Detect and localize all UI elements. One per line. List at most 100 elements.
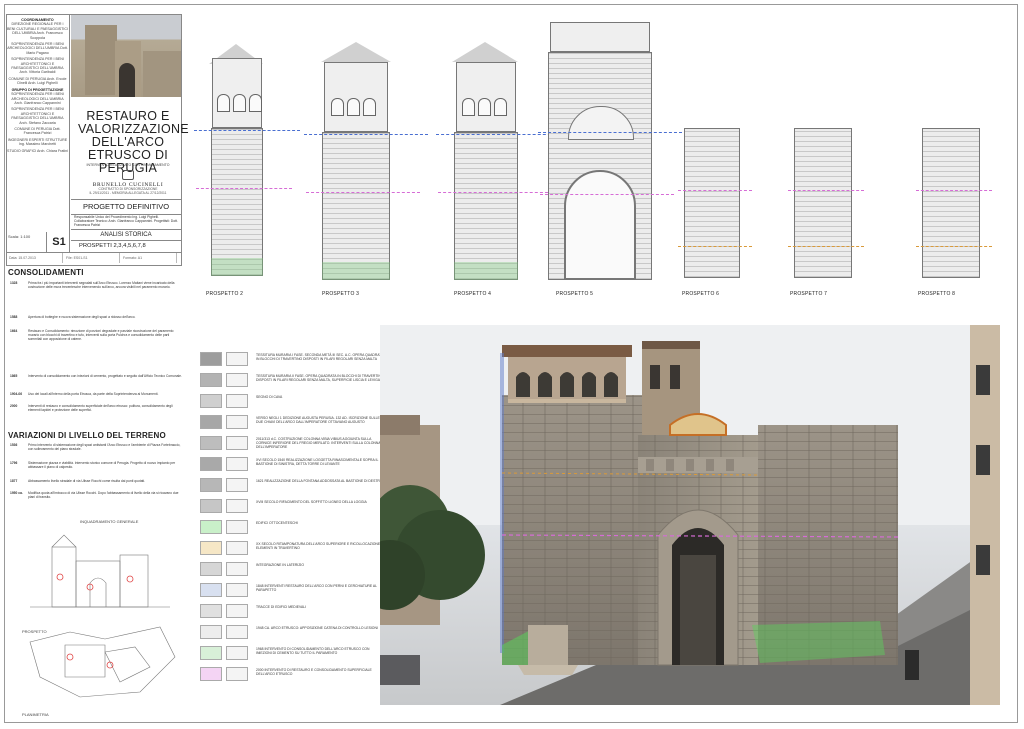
legend-swatch [200,415,222,429]
legend-text: TESSITURA MURARIA II FASE. OPERA QUADRAT… [256,374,384,382]
elevation-drawing [194,38,300,276]
credits-column: COORDINAMENTO DIREZIONE REGIONALE PER I B… [6,14,70,252]
legend-text: EDIFICI OTTOCENTESCHI [256,521,298,525]
title-footer: Data: 15.07.2013 File: ES01-S1 Formato: A1 [6,252,182,263]
legend-sample [226,436,248,450]
entry-text: Modifica quota all'imbocco di via Ulisse… [28,491,179,499]
history-entry: 1796 Sistemazione piazza e viabilità. Int… [10,461,182,469]
elevation-label: PROSPETTO 5 [556,291,594,297]
consolidamenti-title: CONSOLIDAMENTI [8,268,84,277]
entry-text: Intervento di consolidamento con iniezio… [28,374,182,378]
scale-label: Scala: 1:100 [8,234,31,239]
sketch-prospetto-label: PROSPETTO [22,629,47,634]
entry-year: 1877 [10,479,18,483]
credit-entry: SOPRINTENDENZA PER I BENI ARCHITETTONICI… [11,107,64,125]
arch-photo [380,325,1000,705]
entry-text: Restauro e Consolidamento: rimozione di … [28,329,174,341]
legend-text: TRACCE DI EDIFICI MEDIEVALI [256,605,307,609]
legend-swatch [200,520,222,534]
entry-year: 1588 [10,315,18,319]
legend-sample [226,520,248,534]
elevation-drawing [678,128,752,278]
legend-swatch [200,583,222,597]
date-label: Data: 15.07.2013 [6,253,63,263]
file-label: File: ES01-S1 [63,253,120,263]
entry-text: Interventi di restauro e consolidamento … [28,404,173,412]
elevation-drawing [916,128,992,278]
legend-text: 2000 INTERVENTO DI RESTAURO E CONSOLIDAM… [256,668,372,676]
legend-swatch [200,646,222,660]
legend-swatch [200,478,222,492]
legend-text: 1948 CA. ARCO ETRUSCO: APPOSIZIONE CATEN… [256,626,378,630]
prospects-label: PROSPETTI 2,3,4,5,6,7,8 [71,240,181,251]
sponsor-sub2: IL 29/11/2011 - MEMORIA ALLEGATA AL 27/1… [89,190,167,195]
credit-entry: DIREZIONE REGIONALE PER I BENI CULTURALI… [7,22,68,40]
legend-sample [226,352,248,366]
phase-label: PROGETTO DEFINITIVO [71,199,181,215]
legend-sample [226,667,248,681]
legend-sample [226,457,248,471]
legend-text: INTEGRAZIONE IN LATERIZIO [256,563,304,567]
credit-entry: COMUNE DI PERUGIA Arch. Ercole Dinelli A… [8,76,67,86]
elevation-drawing [538,22,682,280]
legend-swatch [200,499,222,513]
credit-entry: SOPRINTENDENZA PER I BENI ARCHEOLOGICI D… [7,42,68,55]
entry-text: Apertura di botteghe e nuova sistemazion… [28,315,136,319]
variazioni-title: VARIAZIONI DI LIVELLO DEL TERRENO [8,431,166,440]
elevation-label: PROSPETTO 8 [918,291,956,297]
legend-swatch [200,604,222,618]
entry-year: 1904-06 [10,392,23,396]
elevation-label: PROSPETTO 7 [790,291,828,297]
sponsor-block: BRUNELLO CUCINELLI CONTRATTO DI SPONSORI… [78,170,178,196]
entry-year: 1536 [10,443,18,447]
elevation-drawing [304,42,428,280]
legend-swatch [200,541,222,555]
elevation-label: PROSPETTO 3 [322,291,360,297]
legend-text: TESSITURA MURARIA I FASE. SECONDA METÀ I… [256,353,384,361]
legend-text: XVI SECOLO 1540 REALIZZAZIONE LOGGETTA R… [256,458,379,466]
history-entry: 2000 Interventi di restauro e consolidame… [10,404,182,412]
thumbnail-photo [71,15,181,97]
entry-text: Prima fra i più importanti interventi se… [28,281,175,289]
sheet-code: S1 [46,232,71,252]
history-entry: 1950 ca. Modifica quota all'imbocco di vi… [10,491,182,499]
legend-text: 2011/313 d.C. COSTRUZIONE COLONNA VIBIA … [256,437,381,449]
elevation-label: PROSPETTO 2 [206,291,244,297]
funding-note: INTERVENTO REALIZZATO CON FINANZIAMENTO [86,163,170,167]
entry-year: 1796 [10,461,18,465]
legend-sample [226,373,248,387]
format-label: Formato: A1 [120,253,177,263]
elevation-label: PROSPETTO 4 [454,291,492,297]
entry-text: Sistemazione piazza e viabilità. Interve… [28,461,176,469]
history-entry: 1877 Abbassamento livello stradale di via… [10,479,182,483]
history-entry: 1865 Intervento di consolidamento con ini… [10,374,182,378]
entry-text: Primo intervento di sistemazione degli s… [28,443,181,451]
entry-year: 1865 [10,374,18,378]
entry-year: 2000 [10,404,18,408]
sketch-planimetria-label: PLANIMETRIA [22,712,49,717]
legend-swatch [200,667,222,681]
legend-swatch [200,457,222,471]
elevation-label: PROSPETTO 6 [682,291,720,297]
legend-swatch [200,394,222,408]
legend-sample [226,646,248,660]
legend-sample [226,583,248,597]
history-entry: 1536 Primo intervento di sistemazione deg… [10,443,182,451]
legend-swatch [200,373,222,387]
history-entry: 1328 Prima fra i più importanti intervent… [10,281,182,289]
legend-text: 1848 INTERVENTI RESTAURO DELL'ARCO CON P… [256,584,377,592]
legend-text: 1968 INTERVENTO DI CONSOLIDAMENTO DELL'A… [256,647,370,655]
history-entry: 1664 Restauro e Consolidamento: rimozione… [10,329,182,341]
entry-year: 1950 ca. [10,491,23,495]
entry-text: Abbassamento livello stradale di via Uli… [28,479,146,483]
history-entry: 1588 Apertura di botteghe e nuova sistema… [10,315,182,319]
legend-swatch [200,436,222,450]
legend-sample [226,394,248,408]
legend-swatch [200,352,222,366]
legend-text: VERSO NEGLI 1 DEDIZIONE AUGUSTA PERUSIA.… [256,416,380,424]
legend-text: XVIII SECOLO RIFACIMENTO DEL SOFFITTO LI… [256,500,367,504]
legend-sample [226,541,248,555]
history-entry: 1904-06 Uso dei locali all'interno della … [10,392,182,396]
elevation-drawing [436,42,556,280]
legend-text: SEGNO DI CAVA [256,395,283,399]
